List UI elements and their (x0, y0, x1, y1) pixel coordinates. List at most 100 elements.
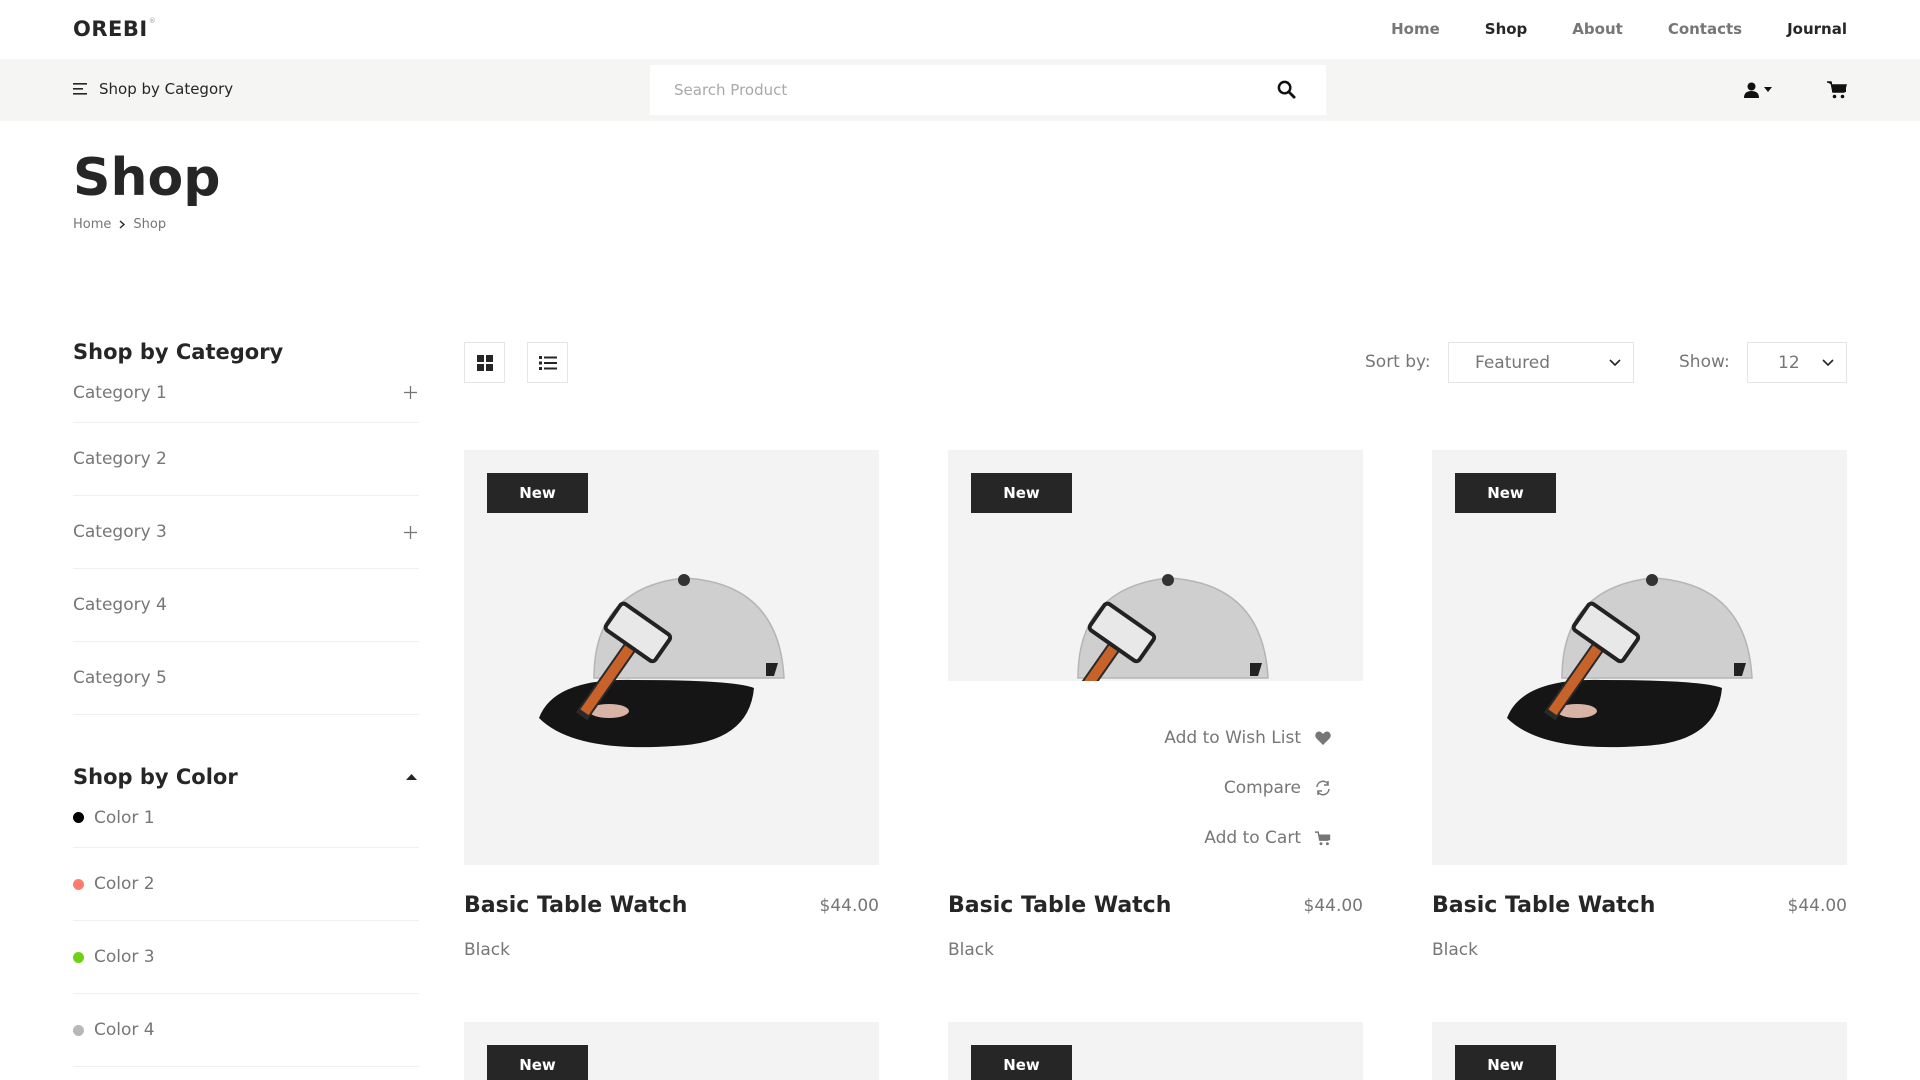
color-swatch (73, 812, 84, 823)
logo-mark: ® (148, 17, 157, 25)
sort-value: Featured (1475, 352, 1551, 373)
category-label: Category 2 (73, 449, 167, 469)
add-to-cart-action[interactable]: Add to Cart (1164, 813, 1331, 863)
product-color: Black (948, 940, 994, 960)
nav-shop[interactable]: Shop (1485, 20, 1528, 38)
add-to-cart-label: Add to Cart (1204, 828, 1301, 848)
color-label: Color 3 (94, 947, 155, 967)
cart-icon (1315, 830, 1331, 845)
product-image[interactable]: New (1432, 450, 1847, 865)
caret-up-icon[interactable] (406, 773, 417, 781)
chevron-down-icon (1609, 358, 1621, 366)
filter-sidebar: Shop by Category Category 1 Category 2 C… (73, 340, 419, 1067)
new-badge: New (487, 1045, 588, 1080)
breadcrumb-shop: Shop (133, 217, 167, 232)
category-item[interactable]: Category 4 (73, 569, 419, 642)
product-price: $44.00 (1303, 896, 1363, 916)
new-badge: New (1455, 473, 1556, 513)
color-label: Color 1 (94, 807, 155, 828)
cap-product-image (1507, 574, 1753, 748)
product-card[interactable]: New (464, 1022, 879, 1080)
add-to-wishlist-action[interactable]: Add to Wish List (1164, 713, 1331, 763)
color-label: Color 4 (94, 1020, 155, 1040)
category-item[interactable]: Category 3 (73, 496, 419, 569)
search-bar-row: Shop by Category (0, 59, 1920, 121)
nav-home[interactable]: Home (1391, 20, 1440, 38)
color-item[interactable]: Color 4 (73, 994, 419, 1067)
color-swatch (73, 951, 84, 963)
product-image[interactable]: New (1432, 1022, 1847, 1080)
product-card[interactable]: New Basic Table Watch $44.00 Black (1432, 450, 1847, 960)
category-item[interactable]: Category 5 (73, 642, 419, 715)
logo-text: OREBI (73, 17, 148, 41)
shop-by-category-label: Shop by Category (99, 80, 234, 98)
category-heading: Shop by Category (73, 340, 419, 364)
grid-view-button[interactable] (464, 342, 505, 383)
main-nav: Home Shop About Contacts Journal (1346, 20, 1847, 38)
category-heading-text: Shop by Category (73, 340, 284, 364)
refresh-icon (1316, 780, 1330, 796)
heart-icon (1315, 731, 1331, 745)
product-price: $44.00 (1787, 896, 1847, 916)
product-color: Black (464, 940, 510, 960)
user-icon (1744, 82, 1759, 98)
search-input[interactable] (650, 65, 1270, 115)
product-name[interactable]: Basic Table Watch (948, 893, 1171, 918)
shop-by-category-toggle[interactable]: Shop by Category (73, 80, 233, 98)
menu-icon (73, 83, 87, 95)
cart-icon[interactable] (1827, 81, 1847, 99)
color-label: Color 2 (94, 874, 155, 894)
product-card[interactable]: New Add to Wish List Compare Add to Cart… (948, 450, 1363, 960)
product-image[interactable]: New (464, 1022, 879, 1080)
color-item[interactable]: Color 1 (73, 788, 419, 848)
color-heading[interactable]: Shop by Color (73, 765, 419, 789)
product-card[interactable]: New (1432, 1022, 1847, 1080)
product-image[interactable]: New (948, 450, 1363, 681)
color-item[interactable]: Color 3 (73, 921, 419, 994)
cap-product-image (539, 574, 785, 748)
list-icon (538, 355, 557, 370)
product-color: Black (1432, 940, 1478, 960)
cap-product-image (1059, 574, 1269, 681)
plus-icon[interactable] (404, 386, 417, 399)
show-select[interactable]: 12 (1747, 342, 1847, 383)
nav-contacts[interactable]: Contacts (1668, 20, 1742, 38)
category-list: Category 1 Category 2 Category 3 Categor… (73, 363, 419, 715)
nav-about[interactable]: About (1572, 20, 1623, 38)
plus-icon[interactable] (404, 525, 417, 539)
color-item[interactable]: Color 2 (73, 848, 419, 921)
category-label: Category 5 (73, 668, 167, 688)
top-navigation-bar: OREBI® Home Shop About Contacts Journal (0, 0, 1920, 59)
nav-journal[interactable]: Journal (1787, 20, 1847, 38)
category-label: Category 1 (73, 382, 167, 403)
new-badge: New (1455, 1045, 1556, 1080)
grid-icon (476, 354, 493, 371)
category-label: Category 4 (73, 595, 167, 615)
product-name[interactable]: Basic Table Watch (464, 893, 687, 918)
sort-select[interactable]: Featured (1448, 342, 1634, 383)
product-card[interactable]: New Basic Table Watch $44.00 Black (464, 450, 879, 960)
new-badge: New (971, 473, 1072, 513)
user-menu-button[interactable] (1744, 82, 1773, 98)
logo[interactable]: OREBI® (73, 17, 156, 41)
breadcrumb: Home Shop (73, 217, 166, 232)
category-item[interactable]: Category 1 (73, 363, 419, 423)
new-badge: New (487, 473, 588, 513)
color-swatch (73, 1024, 84, 1036)
product-name[interactable]: Basic Table Watch (1432, 893, 1655, 918)
list-view-button[interactable] (527, 342, 568, 383)
search-icon[interactable] (1277, 80, 1296, 99)
product-image[interactable]: New (948, 1022, 1363, 1080)
category-item[interactable]: Category 2 (73, 423, 419, 496)
breadcrumb-home[interactable]: Home (73, 217, 111, 232)
new-badge: New (971, 1045, 1072, 1080)
sort-label: Sort by: (1365, 352, 1431, 372)
compare-action[interactable]: Compare (1164, 763, 1331, 813)
compare-label: Compare (1223, 778, 1301, 798)
search-box (650, 65, 1326, 115)
product-card[interactable]: New (948, 1022, 1363, 1080)
color-list: Color 1 Color 2 Color 3 Color 4 (73, 788, 419, 1067)
color-swatch (73, 878, 84, 890)
product-image[interactable]: New (464, 450, 879, 865)
wishlist-label: Add to Wish List (1164, 728, 1301, 748)
